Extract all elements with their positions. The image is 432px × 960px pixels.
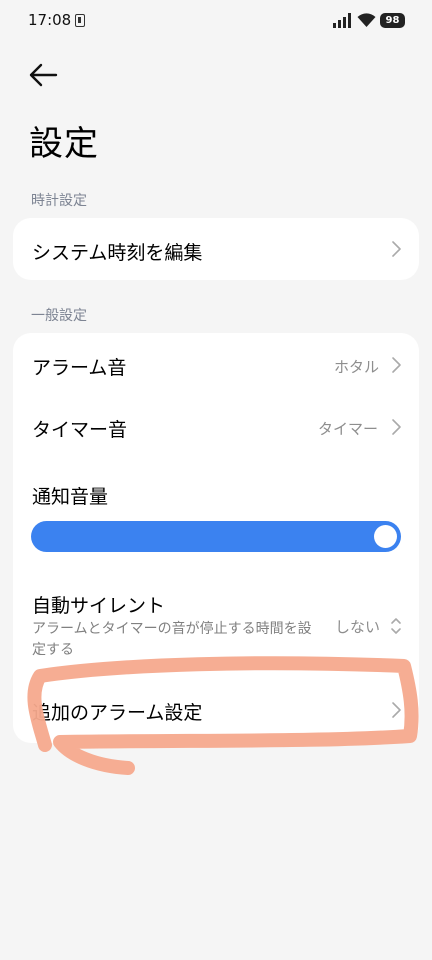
status-time: 17:08	[28, 11, 72, 29]
chevron-right-icon	[392, 357, 401, 373]
row-value-timer-sound: タイマー	[318, 420, 379, 438]
row-title-notification-volume: 通知音量	[32, 486, 109, 508]
row-alarm-sound[interactable]: アラーム音 ホタル	[13, 333, 419, 395]
row-title-timer-sound: タイマー音	[32, 419, 128, 441]
row-title-additional-alarm-settings: 追加のアラーム設定	[32, 702, 203, 724]
signal-icon	[333, 13, 351, 28]
notification-volume-slider[interactable]	[31, 521, 401, 552]
chevron-right-icon	[392, 241, 401, 257]
card-general-settings: アラーム音 ホタル タイマー音 タイマー 通知音量 自動サイレント アラームとタ…	[13, 333, 419, 743]
section-label-general: 一般設定	[31, 308, 87, 324]
card-clock-settings: システム時刻を編集	[13, 218, 419, 280]
section-label-clock: 時計設定	[31, 193, 87, 209]
row-title-alarm-sound: アラーム音	[32, 357, 127, 379]
status-bar: 17:08 98	[0, 0, 432, 42]
row-additional-alarm-settings[interactable]: 追加のアラーム設定	[13, 678, 419, 738]
row-title-edit-system-time: システム時刻を編集	[32, 242, 203, 264]
chevron-right-icon	[392, 702, 401, 718]
row-value-auto-silent: しない	[335, 618, 381, 636]
battery-icon: 98	[380, 13, 405, 28]
row-timer-sound[interactable]: タイマー音 タイマー	[13, 395, 419, 457]
chevron-up-down-icon	[391, 618, 401, 634]
row-edit-system-time[interactable]: システム時刻を編集	[13, 218, 419, 280]
row-title-auto-silent: 自動サイレント	[32, 595, 166, 617]
page-title: 設定	[29, 124, 99, 164]
sim-icon	[75, 14, 85, 27]
chevron-right-icon	[392, 419, 401, 435]
row-subtitle-auto-silent: アラームとタイマーの音が停止する時間を設定する	[32, 621, 312, 658]
row-value-alarm-sound: ホタル	[334, 358, 380, 376]
slider-thumb[interactable]	[374, 525, 397, 548]
back-arrow-icon[interactable]	[26, 60, 60, 90]
wifi-icon	[357, 13, 376, 27]
